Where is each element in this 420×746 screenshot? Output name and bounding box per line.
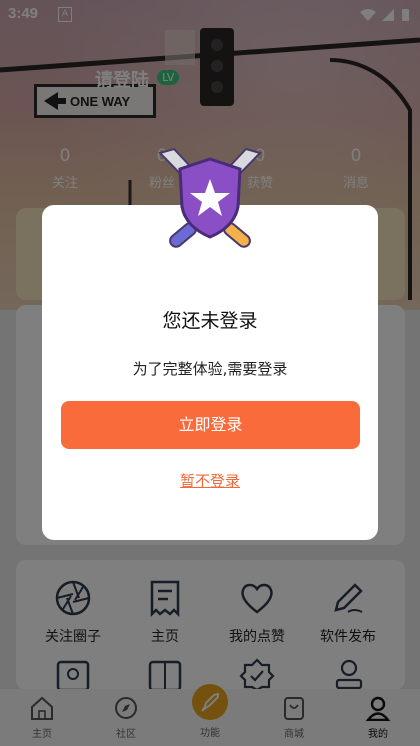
skip-login-link[interactable]: 暂不登录 xyxy=(160,470,260,491)
shield-swords-icon xyxy=(158,147,262,248)
dialog-message: 为了完整体验,需要登录 xyxy=(132,360,288,378)
dialog-title: 您还未登录 xyxy=(162,310,258,332)
login-now-button[interactable]: 立即登录 xyxy=(61,401,360,449)
